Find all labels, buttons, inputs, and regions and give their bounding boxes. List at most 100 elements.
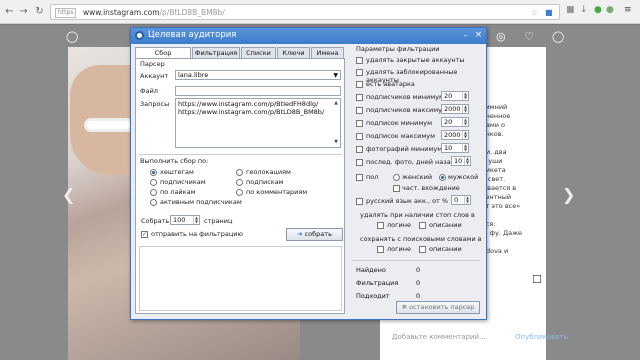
stepper-arrows-icon[interactable]: ▲ ▼ (462, 92, 468, 100)
following-min-checkbox[interactable] (356, 120, 363, 127)
stop-icon: ✖ (401, 303, 408, 311)
scroll-up-icon[interactable]: ▲ (334, 100, 338, 108)
last-photo-checkbox[interactable] (356, 159, 363, 166)
star-icon[interactable]: ☆ (531, 8, 538, 17)
url-path: /p/BtLD8B_BM8b/ (159, 8, 225, 17)
collect-button[interactable]: ➜ собрать (286, 228, 343, 241)
log-area (139, 246, 342, 311)
menu-icon[interactable]: ≡ (624, 5, 632, 15)
delete-blocked-checkbox[interactable] (356, 69, 363, 76)
reload-icon[interactable]: ↻ (33, 5, 46, 18)
followers-max-checkbox[interactable] (356, 107, 363, 114)
stepper-arrows-icon[interactable]: ▲ ▼ (464, 196, 470, 204)
window-title: Целевая аудитория (148, 30, 237, 40)
extension-icon[interactable]: ■ (545, 8, 553, 17)
followers-min-stepper[interactable]: 20 ▲ ▼ (441, 91, 469, 101)
send-to-filter-checkbox[interactable]: ✓ (141, 231, 148, 238)
stepper-arrows-icon[interactable]: ▲ ▼ (193, 216, 199, 224)
heart-icon[interactable]: ♡ (524, 30, 534, 43)
target-audience-window: Целевая аудитория – × Сбор аудитории Фил… (130, 27, 487, 320)
gender-checkbox[interactable] (356, 174, 363, 181)
scroll-down-icon[interactable]: ▼ (334, 139, 338, 147)
suitable-label: Подходит (356, 292, 390, 300)
requests-textarea[interactable]: https://www.instagram.com/p/BtIedFH8dlg/… (175, 98, 341, 148)
requests-label: Запросы (140, 100, 170, 108)
radio-likes-label: по лайкам (160, 188, 196, 196)
radio-female[interactable] (393, 174, 400, 181)
radio-male[interactable] (439, 174, 446, 181)
has-avatar-checkbox[interactable] (356, 81, 363, 88)
radio-hashtags[interactable] (150, 169, 157, 176)
collect-by-label: Выполнить сбор по: (140, 157, 209, 165)
tab-filtering[interactable]: Фильтрация (192, 47, 240, 58)
filter-panel: Параметры фильтрации удалять закрытые ак… (350, 41, 483, 319)
chevron-down-icon: ▼ (333, 72, 338, 79)
followers-min-checkbox[interactable] (356, 94, 363, 101)
tab-lists[interactable]: Списки (241, 47, 276, 58)
forward-icon[interactable]: → (17, 5, 30, 18)
russian-language-label: русский язык акк., от % (366, 197, 449, 205)
keep-login-checkbox[interactable] (377, 246, 384, 253)
radio-active-followers[interactable] (150, 199, 157, 206)
addon2-icon[interactable]: ● (606, 5, 614, 15)
delete-private-checkbox[interactable] (356, 57, 363, 64)
keep-description-label: описании (429, 245, 462, 253)
radio-geo[interactable] (236, 169, 243, 176)
radio-comments[interactable] (236, 189, 243, 196)
radio-followers[interactable] (150, 179, 157, 186)
partial-match-checkbox[interactable] (393, 185, 400, 192)
next-arrow-icon[interactable]: ❯ (562, 185, 575, 204)
following-max-checkbox[interactable] (356, 133, 363, 140)
publish-button[interactable]: Опубликовать (515, 333, 568, 341)
last-photo-label: послед. фото, дней назад (366, 158, 456, 166)
close-icon[interactable]: × (473, 30, 484, 41)
comment-input[interactable]: Добавьте комментарий... (392, 333, 486, 341)
stop-description-checkbox[interactable] (419, 222, 426, 229)
pages-count-stepper[interactable]: 100 ▲ ▼ (170, 215, 200, 225)
divider (139, 154, 342, 155)
minimize-icon[interactable]: – (460, 30, 471, 41)
https-badge: https (55, 8, 77, 18)
russian-language-checkbox[interactable] (356, 198, 363, 205)
account-select[interactable]: lana.libre ▼ (175, 70, 341, 80)
prev-arrow-icon[interactable]: ❮ (62, 185, 75, 204)
address-bar[interactable]: https www.instagram.com/p/BtLD8B_BM8b/ ☆… (50, 4, 560, 20)
photos-min-stepper[interactable]: 10 ▲ ▼ (441, 143, 469, 153)
followers-min-label: подписчиков минимум (366, 93, 444, 101)
bookmark-icon[interactable]: ☐ (532, 273, 542, 286)
radio-likes[interactable] (150, 189, 157, 196)
followers-max-stepper[interactable]: 2000 ▲ ▼ (441, 104, 469, 114)
photos-min-checkbox[interactable] (356, 146, 363, 153)
following-max-stepper[interactable]: 2000 ▲ ▼ (441, 130, 469, 140)
radio-active-followers-label: активным подписчикам (160, 198, 242, 206)
stop-parser-button[interactable]: ✖ остановить парсер (396, 301, 480, 314)
stepper-arrows-icon[interactable]: ▲ ▼ (462, 105, 468, 113)
radio-geo-label: геолокациям (246, 168, 291, 176)
russian-percent-stepper[interactable]: 0 ▲ ▼ (451, 195, 471, 205)
back-icon[interactable]: ← (3, 5, 16, 18)
stepper-arrows-icon[interactable]: ▲ ▼ (462, 131, 468, 139)
delete-private-label: удалять закрытые аккаунты (366, 56, 465, 64)
stepper-arrows-icon[interactable]: ▲ ▼ (462, 118, 468, 126)
stop-login-label: логине (387, 221, 412, 229)
stepper-arrows-icon[interactable]: ▲ ▼ (464, 157, 470, 165)
download-icon[interactable]: ↓ (580, 5, 588, 15)
tab-keys[interactable]: Ключи (277, 47, 310, 58)
tab-names[interactable]: Имена (311, 47, 344, 58)
stop-login-checkbox[interactable] (377, 222, 384, 229)
stop-description-label: описании (429, 221, 462, 229)
stepper-arrows-icon[interactable]: ▲ ▼ (462, 144, 468, 152)
addon-icon[interactable]: ● (594, 5, 602, 15)
radio-following[interactable] (236, 179, 243, 186)
last-photo-stepper[interactable]: 10 ▲ ▼ (451, 156, 471, 166)
following-min-stepper[interactable]: 20 ▲ ▼ (441, 117, 469, 127)
explore-icon[interactable]: ◎ (496, 30, 506, 43)
instagram-logo-icon[interactable]: ◯ (66, 30, 78, 43)
found-value: 0 (416, 266, 421, 274)
photos-min-label: фотографий минимум (366, 145, 443, 153)
profile-icon[interactable]: ◯ (552, 30, 564, 43)
file-field[interactable] (175, 86, 341, 96)
extension-badge-icon[interactable]: ■ (566, 5, 575, 15)
keep-description-checkbox[interactable] (419, 246, 426, 253)
suitable-value: 0 (416, 292, 421, 300)
